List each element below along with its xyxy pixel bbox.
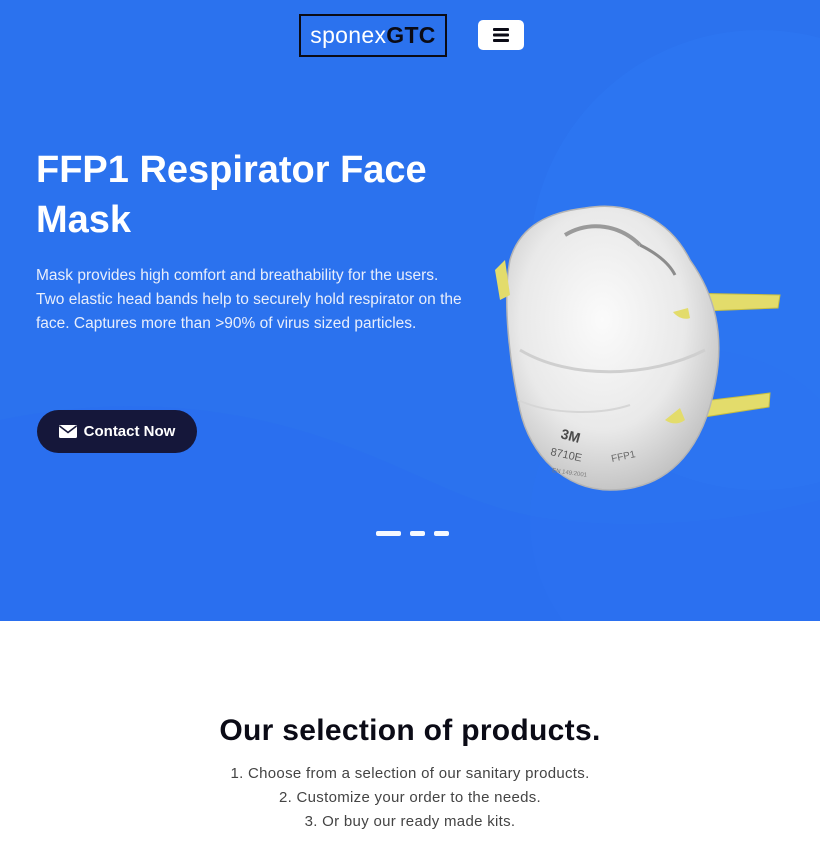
- contact-now-button[interactable]: Contact Now: [37, 410, 197, 453]
- carousel-indicators: [376, 531, 449, 537]
- list-item: 1. Choose from a selection of our sanita…: [230, 765, 590, 782]
- logo-text-gtc: GTC: [386, 22, 436, 48]
- list-item: 3. Or buy our ready made kits.: [304, 813, 516, 830]
- products-section-title: Our selection of products.: [219, 714, 601, 747]
- products-steps-list: 1. Choose from a selection of our sanita…: [0, 762, 820, 834]
- hero-title: FFP1 Respirator Face Mask: [36, 149, 427, 241]
- top-navigation: sponex GTC: [0, 0, 820, 70]
- envelope-icon: [58, 425, 77, 438]
- products-section: Our selection of products. 1. Choose fro…: [0, 621, 820, 834]
- hero-description: Mask provides high comfort and breathabi…: [36, 267, 462, 332]
- respirator-mask-image: 3M 8710E FFP1 EN 149:2001: [495, 205, 781, 491]
- list-item: 2. Customize your order to the needs.: [278, 789, 542, 806]
- carousel-dot-2[interactable]: [410, 531, 425, 536]
- logo[interactable]: sponex GTC: [299, 14, 447, 57]
- menu-toggle-button[interactable]: [478, 20, 524, 50]
- carousel-dot-3[interactable]: [434, 531, 449, 536]
- contact-now-label: Contact Now: [83, 423, 176, 440]
- carousel-dot-1[interactable]: [376, 531, 401, 536]
- logo-text-sponex: sponex: [310, 22, 387, 48]
- hero-section: sponex GTC FFP1 Respirator Face Mask Mask…: [0, 0, 820, 621]
- hamburger-menu-icon: [493, 28, 509, 42]
